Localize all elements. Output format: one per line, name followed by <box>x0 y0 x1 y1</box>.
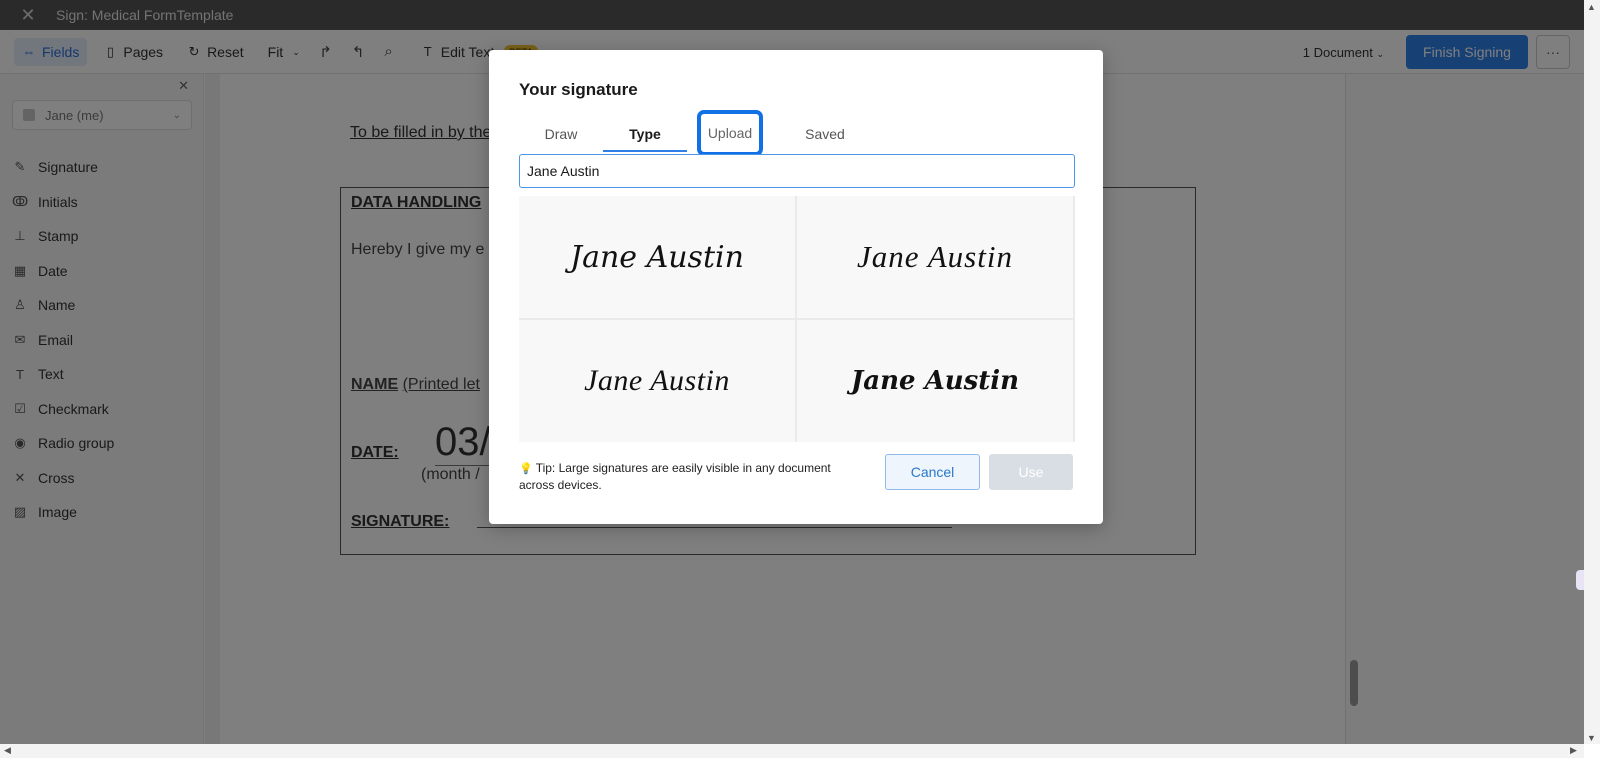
signature-style-option[interactable]: Jane Austin <box>519 196 795 318</box>
lightbulb-icon: 💡 <box>519 463 533 475</box>
signature-style-grid: Jane Austin Jane Austin Jane Austin Jane… <box>519 196 1075 442</box>
cancel-button[interactable]: Cancel <box>885 454 980 490</box>
signature-dialog: Your signature Draw Type Upload Saved Ja… <box>489 50 1103 524</box>
signature-name-input[interactable] <box>519 154 1075 188</box>
scroll-down-icon[interactable]: ▼ <box>1587 733 1596 743</box>
tab-upload[interactable]: Upload <box>697 110 763 156</box>
tip-text: 💡 Tip: Large signatures are easily visibl… <box>519 460 859 493</box>
signature-tabs: Draw Type Upload Saved <box>519 110 1075 156</box>
dialog-title: Your signature <box>519 80 638 99</box>
use-button[interactable]: Use <box>989 454 1073 490</box>
scroll-up-icon[interactable]: ▲ <box>1587 2 1596 12</box>
scroll-left-icon[interactable]: ◀ <box>4 745 11 756</box>
scroll-right-icon[interactable]: ▶ <box>1570 745 1577 756</box>
signature-style-option[interactable]: Jane Austin <box>797 320 1073 442</box>
tab-type[interactable]: Type <box>603 122 687 152</box>
signature-style-option[interactable]: Jane Austin <box>797 196 1073 318</box>
signature-style-option[interactable]: Jane Austin <box>519 320 795 442</box>
vertical-scrollbar[interactable]: ▲ ▼ <box>1584 0 1600 744</box>
tip-message: Tip: Large signatures are easily visible… <box>519 461 831 492</box>
horizontal-scrollbar[interactable]: ◀ ▶ <box>0 744 1584 758</box>
app-window: ✕ Sign: Medical FormTemplate ⇔ Fields ▯ … <box>0 0 1584 744</box>
tab-saved[interactable]: Saved <box>783 122 867 152</box>
tab-draw[interactable]: Draw <box>519 122 603 152</box>
